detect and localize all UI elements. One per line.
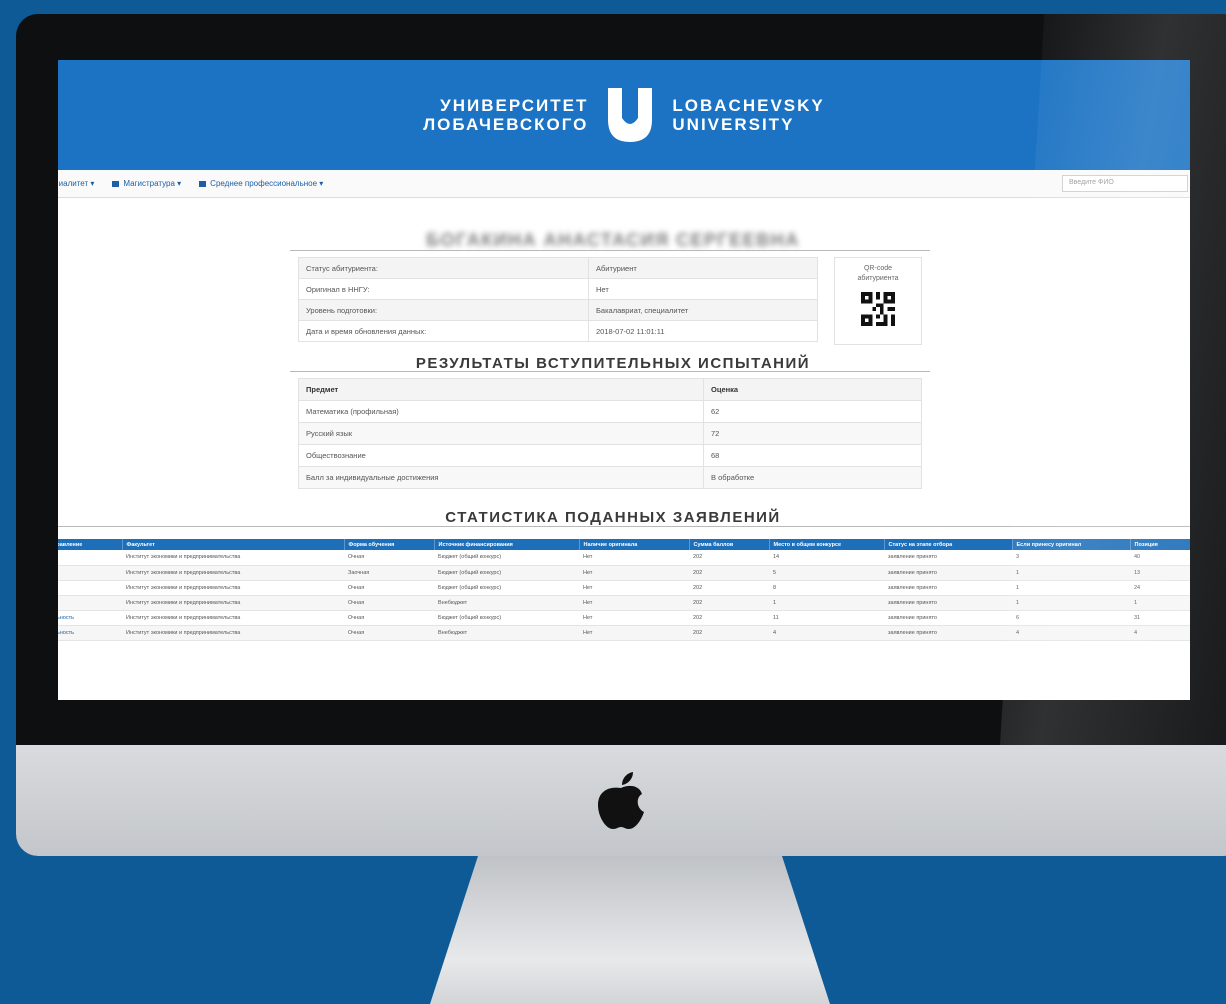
browser-screen: УНИВЕРСИТЕТ ЛОБАЧЕВСКОГО LOBACHEVSKY UNI… <box>58 60 1190 700</box>
search-input[interactable]: Введите ФИО <box>1062 175 1188 192</box>
qr-code-icon[interactable] <box>861 292 895 326</box>
applicant-name: БОГАКИНА АНАСТАСИЯ СЕРГЕЕВНА <box>426 230 800 250</box>
site-header: УНИВЕРСИТЕТ ЛОБАЧЕВСКОГО LOBACHEVSKY UNI… <box>58 60 1190 170</box>
exam-results-table: Предмет Оценка Математика (профильная) 6… <box>298 378 922 489</box>
table-header-row: Направление Факультет Форма обучения Ист… <box>58 539 1190 550</box>
title-divider <box>290 250 930 251</box>
table-row: Институт экономики и предпринимательства… <box>58 550 1190 566</box>
table-row: Дата и время обновления данных: 2018-07-… <box>298 320 818 342</box>
col-header-direction[interactable]: Направление <box>58 539 123 550</box>
top-navigation: ...иалитет ▾ Магистратура ▾ Среднее проф… <box>58 170 1190 198</box>
monitor-stand <box>430 856 830 1004</box>
nav-item-spo[interactable]: Среднее профессиональное ▾ <box>199 179 323 188</box>
results-section-title: РЕЗУЛЬТАТЫ ВСТУПИТЕЛЬНЫХ ИСПЫТАНИЙ <box>415 355 811 372</box>
nav-item-magistratura[interactable]: Магистратура ▾ <box>112 179 181 188</box>
brand-name-ru: УНИВЕРСИТЕТ ЛОБАЧЕВСКОГО <box>423 96 589 134</box>
flag-icon <box>112 180 120 187</box>
university-logo-icon[interactable] <box>602 86 658 144</box>
table-row: Уровень подготовки: Бакалавриат, специал… <box>298 299 818 321</box>
col-header-funding[interactable]: Источник финансирования <box>434 539 580 550</box>
col-header-study-form[interactable]: Форма обучения <box>344 539 435 550</box>
col-header-status[interactable]: Статус на этапе отбора <box>884 539 1013 550</box>
table-row: Русский язык 72 <box>298 422 922 445</box>
apple-logo-icon <box>598 772 644 829</box>
qr-label: QR-code абитуриента <box>857 265 899 282</box>
col-header-if-original[interactable]: Если принесу оригинал <box>1012 539 1131 550</box>
table-row: ...альность Институт экономики и предпри… <box>58 625 1190 641</box>
applicant-status-table: Статус абитуриента: Абитуриент Оригинал … <box>298 257 818 342</box>
table-row: Оригинал в ННГУ: Нет <box>298 278 818 300</box>
applications-divider <box>58 526 1190 527</box>
col-header-position[interactable]: Позиция <box>1130 539 1190 550</box>
col-header-faculty[interactable]: Факультет <box>122 539 345 550</box>
table-row: Институт экономики и предпринимательства… <box>58 580 1190 596</box>
col-header-original[interactable]: Наличие оригинала <box>579 539 690 550</box>
results-divider <box>290 371 930 372</box>
table-row: Балл за индивидуальные достижения В обра… <box>298 466 922 489</box>
table-row: Институт экономики и предпринимательства… <box>58 595 1190 611</box>
table-row: Институт экономики и предпринимательства… <box>58 565 1190 581</box>
table-row: ...альность Институт экономики и предпри… <box>58 610 1190 626</box>
applications-table: Направление Факультет Форма обучения Ист… <box>58 539 1190 641</box>
table-row: Математика (профильная) 62 <box>298 400 922 423</box>
col-header-place[interactable]: Место в общем конкурсе <box>769 539 885 550</box>
qr-code-panel: QR-code абитуриента <box>834 257 922 345</box>
col-header-score-sum[interactable]: Сумма баллов <box>689 539 770 550</box>
table-header-row: Предмет Оценка <box>298 378 922 401</box>
building-icon <box>199 180 207 187</box>
table-row: Статус абитуриента: Абитуриент <box>298 257 818 279</box>
applications-section-title: СТАТИСТИКА ПОДАННЫХ ЗАЯВЛЕНИЙ <box>445 509 781 526</box>
brand-name-en: LOBACHEVSKY UNIVERSITY <box>672 96 825 134</box>
table-row: Обществознание 68 <box>298 444 922 467</box>
nav-item-specialitet[interactable]: ...иалитет ▾ <box>58 179 94 188</box>
